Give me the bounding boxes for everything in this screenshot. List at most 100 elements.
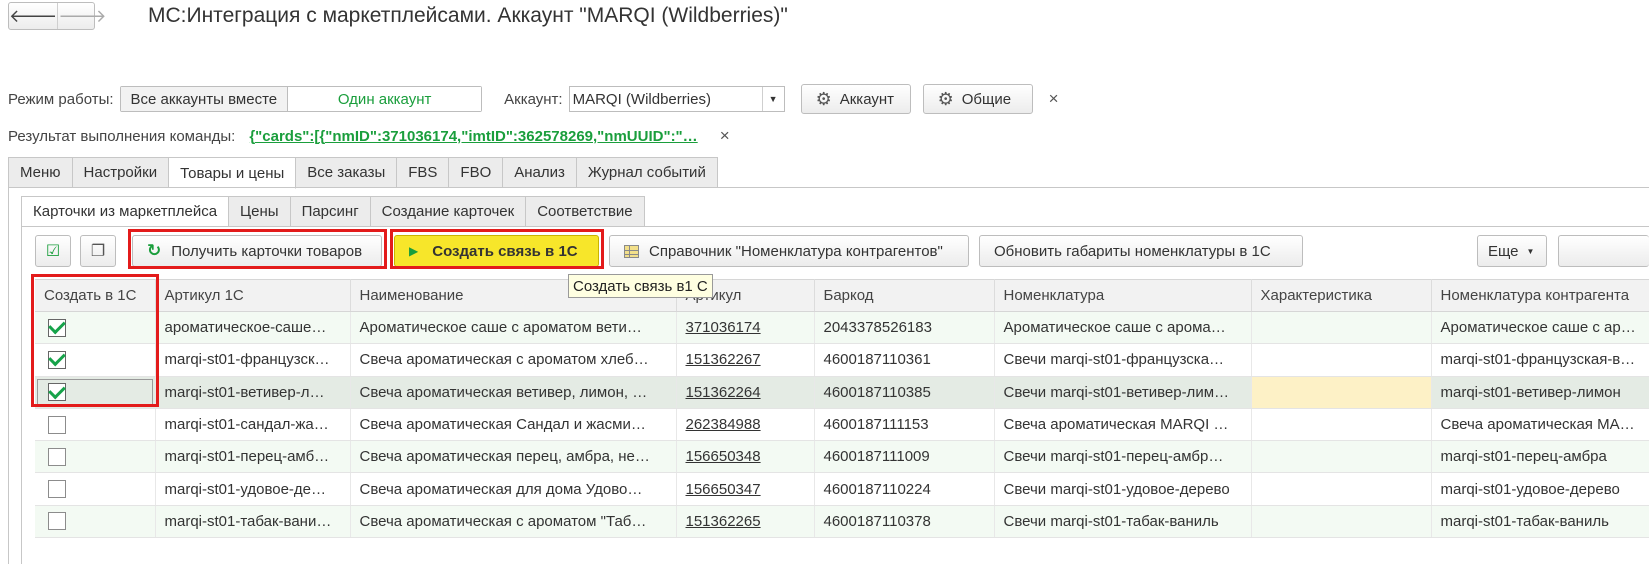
name-cell: Свеча ароматическая для дома Удово… xyxy=(350,472,677,506)
mode-option-single[interactable]: Один аккаунт xyxy=(287,87,482,111)
table-header: Создать в 1С Артикул 1С Наименование Арт… xyxy=(35,279,1649,312)
partner-cell: marqi-st01-ветивер-лимон xyxy=(1431,376,1649,409)
col-partner-nomenclature[interactable]: Номенклатура контрагента xyxy=(1431,279,1649,312)
back-arrow-icon[interactable]: 🡐 xyxy=(9,3,57,29)
highlight-box-create-column xyxy=(31,274,159,407)
barcode-cell: 2043378526183 xyxy=(814,311,995,345)
partner-cell: marqi-st01-французская-ваниль xyxy=(1431,343,1649,377)
close-icon[interactable]: × xyxy=(720,126,730,146)
cards-table: Создать в 1С Артикул 1С Наименование Арт… xyxy=(35,279,1649,539)
account-settings-button[interactable]: ⚙ Аккаунт xyxy=(800,84,911,114)
tab-settings[interactable]: Настройки xyxy=(72,157,170,188)
partner-cell: Свеча ароматическая MARQI xyxy=(1431,408,1649,442)
main-panel-border xyxy=(8,187,9,564)
nomenclature-cell: Ароматическое саше с арома… xyxy=(994,311,1252,345)
table-row[interactable]: marqi-st01-французск… Свеча ароматическая… xyxy=(35,343,1649,377)
create-checkbox[interactable] xyxy=(48,480,66,499)
create-cell xyxy=(35,505,156,539)
id-link[interactable]: 156650348 xyxy=(676,440,815,474)
common-settings-button[interactable]: ⚙ Общие xyxy=(922,84,1033,114)
characteristic-cell xyxy=(1251,343,1432,377)
article-cell: marqi-st01-ветивер-л… xyxy=(155,376,351,409)
barcode-cell: 4600187110378 xyxy=(814,505,995,539)
characteristic-cell xyxy=(1251,440,1432,474)
table-row[interactable]: ароматическое-саше… Ароматическое саше с … xyxy=(35,311,1649,345)
tab-goods-prices[interactable]: Товары и цены xyxy=(169,157,297,189)
article-cell: marqi-st01-табак-вани… xyxy=(155,505,351,539)
main-tabs: Меню Настройки Товары и цены Все заказы … xyxy=(8,157,718,189)
account-label: Аккаунт: xyxy=(504,90,563,108)
id-link[interactable]: 151362265 xyxy=(676,505,815,539)
create-checkbox[interactable] xyxy=(48,512,66,531)
tab-all-orders[interactable]: Все заказы xyxy=(296,157,398,188)
chevron-down-icon[interactable]: ▼ xyxy=(761,87,784,111)
tab-marketplace-cards[interactable]: Карточки из маркетплейса xyxy=(21,196,230,227)
mode-option-all[interactable]: Все аккаунты вместе xyxy=(120,87,288,111)
check-all-icon: ☑ xyxy=(45,243,61,260)
more-button[interactable]: Еще ▼ xyxy=(1477,235,1547,267)
close-icon[interactable]: × xyxy=(1049,89,1059,109)
id-link[interactable]: 371036174 xyxy=(676,311,815,345)
id-link[interactable]: 262384988 xyxy=(676,408,815,442)
directory-button[interactable]: Справочник "Номенклатура контрагентов" xyxy=(609,235,969,267)
check-all-button[interactable]: ☑ xyxy=(35,235,71,267)
name-cell: Свеча ароматическая с ароматом "Таб… xyxy=(350,505,677,539)
tab-fbs[interactable]: FBS xyxy=(397,157,450,188)
tab-prices[interactable]: Цены xyxy=(229,196,291,227)
gear-icon: ⚙ xyxy=(815,88,832,109)
characteristic-cell xyxy=(1251,472,1432,506)
tab-matching[interactable]: Соответствие xyxy=(526,196,645,227)
account-settings-label: Аккаунт xyxy=(839,90,895,108)
mode-switch: Все аккаунты вместе Один аккаунт xyxy=(119,86,483,112)
name-cell: Свеча ароматическая с ароматом хлеб… xyxy=(350,343,677,377)
partner-cell: marqi-st01-перец-амбра xyxy=(1431,440,1649,474)
article-cell: marqi-st01-удовое-де… xyxy=(155,472,351,506)
characteristic-cell xyxy=(1251,408,1432,442)
history-nav: 🡐 🡒 xyxy=(8,2,107,30)
table-row[interactable]: marqi-st01-удовое-де… Свеча ароматическая… xyxy=(35,472,1649,506)
tooltip: Создать связь в1 С xyxy=(568,274,713,298)
tab-parsing[interactable]: Парсинг xyxy=(290,196,371,227)
extra-button[interactable] xyxy=(1558,235,1649,267)
result-row: Результат выполнения команды: {"cards":[… xyxy=(8,125,730,147)
tab-menu[interactable]: Меню xyxy=(8,157,73,188)
result-label: Результат выполнения команды: xyxy=(8,127,236,145)
characteristic-cell xyxy=(1251,376,1432,409)
col-barcode[interactable]: Баркод xyxy=(814,279,995,312)
tab-analysis[interactable]: Анализ xyxy=(503,157,577,188)
sub-tabs-divider xyxy=(21,226,1649,227)
table-row[interactable]: marqi-st01-перец-амб… Свеча ароматическая… xyxy=(35,440,1649,474)
id-link[interactable]: 156650347 xyxy=(676,472,815,506)
sub-tabs: Карточки из маркетплейса Цены Парсинг Со… xyxy=(21,196,645,227)
id-link[interactable]: 151362264 xyxy=(676,376,815,409)
result-link[interactable]: {"cards":[{"nmID":371036174,"imtID":3625… xyxy=(249,128,697,145)
tab-event-log[interactable]: Журнал событий xyxy=(576,157,718,188)
nomenclature-cell: Свечи marqi-st01-ветивер-лим… xyxy=(994,376,1252,409)
nomenclature-cell: Свеча ароматическая MARQI … xyxy=(994,408,1252,442)
create-checkbox[interactable] xyxy=(48,447,66,466)
uncheck-all-icon: ❐ xyxy=(90,243,106,260)
create-checkbox[interactable] xyxy=(48,415,66,434)
nomenclature-cell: Свечи marqi-st01-удовое-дерево xyxy=(994,472,1252,506)
tab-fbo[interactable]: FBO xyxy=(449,157,504,188)
directory-label: Справочник "Номенклатура контрагентов" xyxy=(649,242,943,260)
create-cell xyxy=(35,472,156,506)
tab-create-cards[interactable]: Создание карточек xyxy=(370,196,527,227)
name-cell: Свеча ароматическая Сандал и жасми… xyxy=(350,408,677,442)
col-characteristic[interactable]: Характеристика xyxy=(1251,279,1432,312)
update-dims-button[interactable]: Обновить габариты номенклатуры в 1С xyxy=(979,235,1303,267)
table-row[interactable]: marqi-st01-сандал-жа… Свеча ароматическая… xyxy=(35,408,1649,442)
barcode-cell: 4600187110224 xyxy=(814,472,995,506)
account-select[interactable]: MARQI (Wildberries) ▼ xyxy=(568,86,785,112)
id-link[interactable]: 151362267 xyxy=(676,343,815,377)
name-cell: Свеча ароматическая ветивер, лимон, … xyxy=(350,376,677,409)
uncheck-all-button[interactable]: ❐ xyxy=(80,235,116,267)
window-title: МС:Интеграция с маркетплейсами. Аккаунт … xyxy=(148,4,788,27)
table-row[interactable]: marqi-st01-табак-вани… Свеча ароматическа… xyxy=(35,505,1649,539)
col-article-1c[interactable]: Артикул 1С xyxy=(155,279,351,312)
table-row[interactable]: marqi-st01-ветивер-л… Свеча ароматическая… xyxy=(35,376,1649,409)
col-nomenclature[interactable]: Номенклатура xyxy=(994,279,1252,312)
table-icon xyxy=(624,244,639,258)
partner-cell: Ароматическое саше с ароматом xyxy=(1431,311,1649,345)
forward-arrow-icon[interactable]: 🡒 xyxy=(57,3,107,29)
